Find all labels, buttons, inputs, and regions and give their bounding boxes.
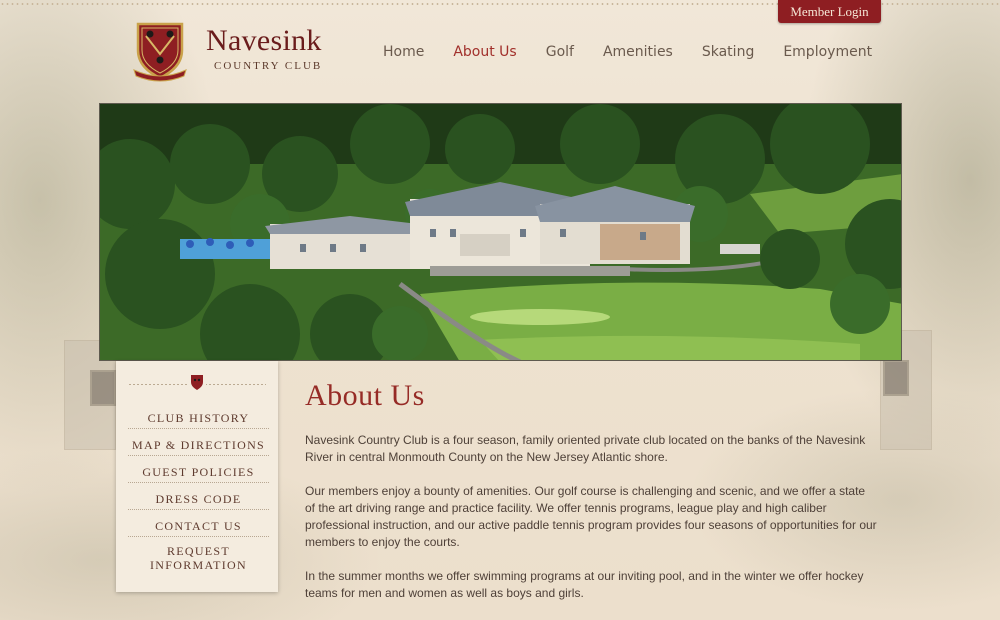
sidebar-item-request-information[interactable]: REQUEST INFORMATION xyxy=(128,543,269,573)
club-crest-icon xyxy=(133,22,187,82)
sidebar-item-map-directions[interactable]: MAP & DIRECTIONS xyxy=(128,434,269,456)
main-content: About Us Navesink Country Club is a four… xyxy=(305,378,877,619)
nav-skating[interactable]: Skating xyxy=(702,44,754,60)
sidebar-item-guest-policies[interactable]: GUEST POLICIES xyxy=(128,461,269,483)
member-login-button[interactable]: Member Login xyxy=(778,0,881,23)
page-title: About Us xyxy=(305,379,425,412)
aerial-clubhouse-illustration xyxy=(100,104,901,360)
main-nav: Home About Us Golf Amenities Skating Emp… xyxy=(383,44,901,60)
nav-golf[interactable]: Golf xyxy=(546,44,574,60)
about-sidebar: CLUB HISTORY MAP & DIRECTIONS GUEST POLI… xyxy=(116,361,278,592)
nav-home[interactable]: Home xyxy=(383,44,424,60)
logo-subtitle: COUNTRY CLUB xyxy=(214,60,323,72)
club-logo[interactable]: Navesink COUNTRY CLUB xyxy=(132,20,332,84)
amenities-paragraph: Our members enjoy a bounty of amenities.… xyxy=(305,484,877,549)
sidebar-item-dress-code[interactable]: DRESS CODE xyxy=(128,488,269,510)
logo-name: Navesink xyxy=(206,24,322,57)
seasonal-paragraph: In the summer months we offer swimming p… xyxy=(305,569,864,600)
hero-clubhouse-photo xyxy=(99,103,902,361)
nav-amenities[interactable]: Amenities xyxy=(603,44,673,60)
pillar-plaque-right xyxy=(883,360,909,396)
shield-icon xyxy=(188,375,206,390)
pillar-plaque-left xyxy=(90,370,116,406)
nav-employment[interactable]: Employment xyxy=(783,44,872,60)
intro-paragraph: Navesink Country Club is a four season, … xyxy=(305,433,866,464)
sidebar-item-contact-us[interactable]: CONTACT US xyxy=(128,515,269,537)
sidebar-item-club-history[interactable]: CLUB HISTORY xyxy=(128,407,269,429)
nav-about-us[interactable]: About Us xyxy=(453,44,516,60)
